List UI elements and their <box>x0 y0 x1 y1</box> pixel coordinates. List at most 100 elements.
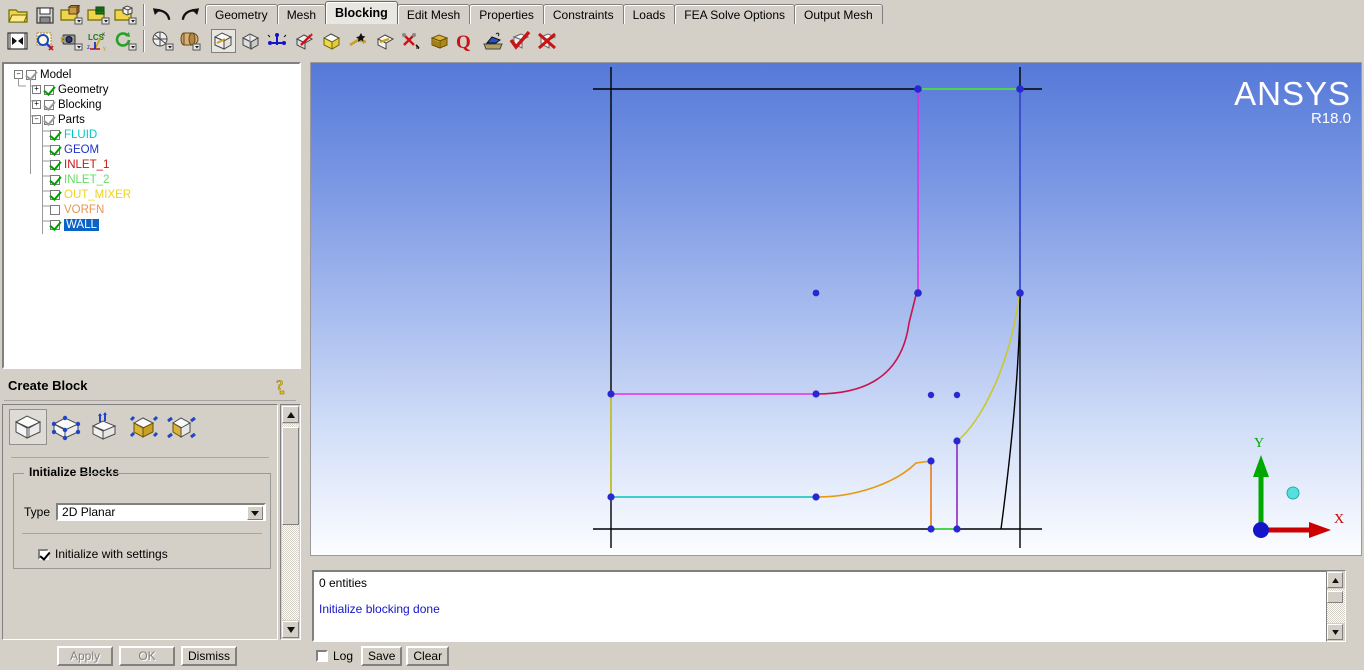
tab-edit-mesh[interactable]: Edit Mesh <box>396 4 471 24</box>
group-title: Initialize Blocks <box>26 465 123 479</box>
scroll-up-icon[interactable] <box>1327 572 1343 588</box>
message-controls: Log Save Clear <box>316 645 453 667</box>
tab-blocking[interactable]: Blocking <box>325 1 398 24</box>
open-geometry-icon[interactable] <box>59 3 84 27</box>
svg-text:Q: Q <box>456 32 471 51</box>
scroll-down-icon[interactable] <box>1327 624 1343 640</box>
periodic-vertices-mode-icon[interactable] <box>161 409 199 445</box>
apply-label: Apply <box>69 649 101 663</box>
zoom-box-icon[interactable] <box>32 29 57 53</box>
create-block-icon[interactable] <box>211 29 236 53</box>
scroll-down-icon[interactable] <box>282 621 299 638</box>
tab-label: FEA Solve Options <box>684 7 786 22</box>
save-log-button[interactable]: Save <box>361 646 403 666</box>
initialize-with-settings-checkbox[interactable] <box>38 548 49 560</box>
tab-constraints[interactable]: Constraints <box>542 4 624 24</box>
clear-log-button[interactable]: Clear <box>406 646 450 666</box>
tab-properties[interactable]: Properties <box>469 4 544 24</box>
log-checkbox[interactable] <box>316 650 328 662</box>
open-folder-icon[interactable] <box>5 3 30 27</box>
tab-geometry[interactable]: Geometry <box>205 4 278 24</box>
vertex <box>607 493 615 501</box>
origin-sphere <box>1253 522 1269 538</box>
redo-icon[interactable] <box>177 3 202 27</box>
blocking-geometry-drawing[interactable] <box>311 63 1361 555</box>
vertex <box>953 437 961 445</box>
cylinder-view-icon[interactable] <box>177 29 202 53</box>
view-toolbar-row: LCS z y x <box>4 28 203 54</box>
merge-vertices-icon[interactable] <box>265 29 290 53</box>
undo-icon[interactable] <box>150 3 175 27</box>
refresh-icon[interactable] <box>113 29 138 53</box>
vertex <box>812 289 820 297</box>
message-scrollbar[interactable] <box>1326 570 1346 642</box>
initialize-with-settings-row[interactable]: Initialize with settings <box>38 547 168 561</box>
initialize-blocks-group: Initialize Blocks Type 2D Planar Initial… <box>13 465 271 569</box>
initialize-with-settings-label: Initialize with settings <box>55 547 168 561</box>
main-tabs: Geometry Mesh Blocking Edit Mesh Propert… <box>205 0 883 24</box>
tab-label: Geometry <box>215 7 268 22</box>
tab-fea-solve-options[interactable]: FEA Solve Options <box>674 4 796 24</box>
chevron-down-icon[interactable] <box>247 506 264 520</box>
scrollbar-thumb[interactable] <box>282 427 299 525</box>
toolbar-separator-2 <box>143 30 145 52</box>
ok-button[interactable]: OK <box>119 646 175 666</box>
save-icon[interactable] <box>32 3 57 27</box>
delete-block-icon[interactable] <box>535 29 560 53</box>
file-toolbar-row <box>4 2 203 28</box>
svg-text:z: z <box>87 45 90 51</box>
message-panel[interactable]: 0 entities Initialize blocking done <box>312 570 1344 642</box>
edge-params-icon[interactable]: L <box>400 29 425 53</box>
edit-block-icon[interactable] <box>292 29 317 53</box>
lcs-axes-icon[interactable]: LCS z y x <box>86 29 111 53</box>
2d-to-3d-mode-icon[interactable] <box>85 409 123 445</box>
transform-block-icon[interactable] <box>373 29 398 53</box>
vertex <box>1016 85 1024 93</box>
open-mesh-icon[interactable] <box>86 3 111 27</box>
init-blocks-mode-icon[interactable] <box>47 409 85 445</box>
scrollbar-thumb[interactable] <box>1327 591 1343 603</box>
z-axis-dot <box>1286 486 1300 500</box>
tab-label: Loads <box>632 7 666 22</box>
scroll-up-icon[interactable] <box>282 406 299 423</box>
panel-divider <box>4 400 296 401</box>
y-axis-label: Y <box>1254 436 1264 451</box>
tab-mesh[interactable]: Mesh <box>276 4 327 24</box>
edge-outmixer-curve <box>816 460 932 498</box>
toolbar-area: LCS z y x L Q Geometry Mesh Blocking Edi… <box>0 0 1364 60</box>
fit-window-icon[interactable] <box>5 29 30 53</box>
split-block-icon[interactable] <box>238 29 263 53</box>
vertex <box>914 85 922 93</box>
tab-label: Edit Mesh <box>406 7 461 22</box>
clear-log-label: Clear <box>413 649 443 663</box>
tree-connector-lines <box>18 78 50 234</box>
ogrid-icon[interactable]: Q <box>454 29 479 53</box>
open-blocking-icon[interactable] <box>113 3 138 27</box>
tab-label: Blocking <box>335 6 388 20</box>
create-block-panel: Initialize Blocks Type 2D Planar Initial… <box>2 404 278 640</box>
vertex <box>927 457 935 465</box>
panel-inner-divider <box>11 457 269 458</box>
pre-mesh-params-icon[interactable] <box>427 29 452 53</box>
clip-plane-icon[interactable] <box>150 29 175 53</box>
vertex <box>1016 289 1024 297</box>
axis-triad: Y X <box>1253 436 1344 538</box>
graphics-viewport[interactable]: ANSYS R18.0 Y X <box>310 62 1362 556</box>
dismiss-button[interactable]: Dismiss <box>181 646 237 666</box>
pre-mesh-quality-icon[interactable] <box>481 29 506 53</box>
associate-icon[interactable] <box>319 29 344 53</box>
question-mark-icon[interactable]: ? <box>273 376 293 396</box>
dismiss-label: Dismiss <box>188 649 230 663</box>
panel-header: Create Block ? <box>2 374 301 400</box>
block-type-select[interactable]: 2D Planar <box>56 503 267 521</box>
tab-output-mesh[interactable]: Output Mesh <box>794 4 883 24</box>
apply-button[interactable]: Apply <box>57 646 113 666</box>
move-vertex-icon[interactable] <box>346 29 371 53</box>
check-blocks-icon[interactable] <box>508 29 533 53</box>
create-block-mode-icon[interactable] <box>9 409 47 445</box>
tab-loads[interactable]: Loads <box>622 4 676 24</box>
camera-icon[interactable] <box>59 29 84 53</box>
panel-scrollbar[interactable] <box>280 404 301 640</box>
model-tree-panel[interactable]: – Model + Geometry + Blocking – Parts FL… <box>2 62 301 369</box>
extrude-face-mode-icon[interactable] <box>123 409 161 445</box>
